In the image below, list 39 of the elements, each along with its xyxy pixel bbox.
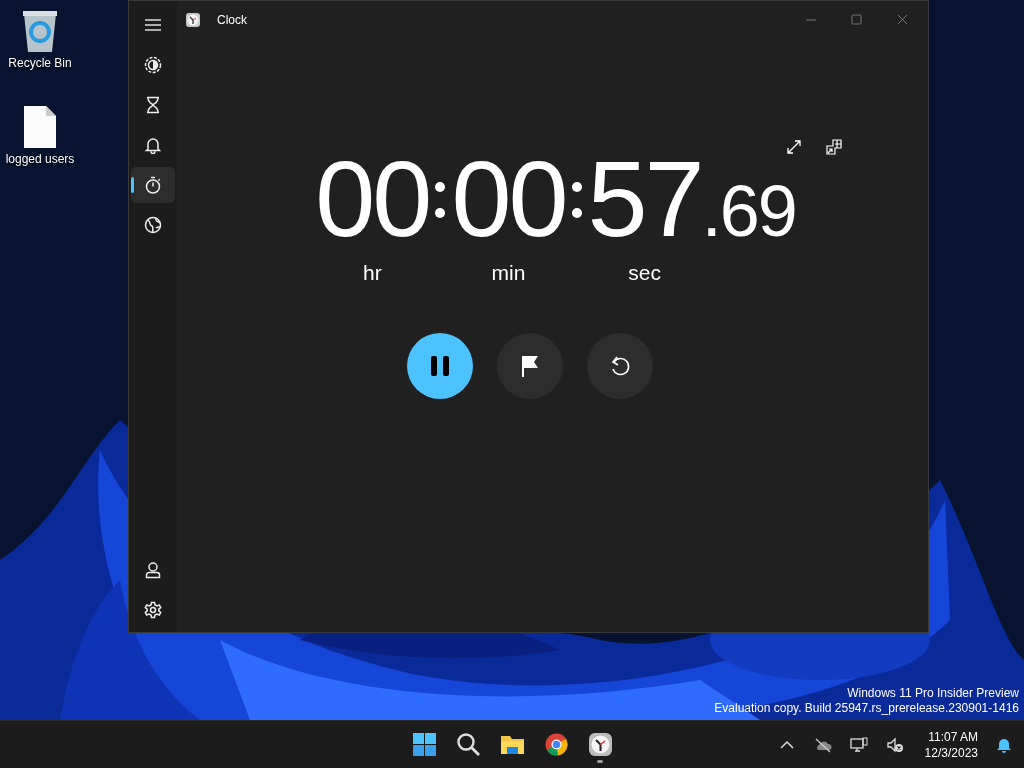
search-icon	[455, 732, 481, 757]
compact-overlay-icon	[825, 139, 842, 155]
menu-icon	[145, 19, 161, 31]
watermark-text: Windows 11 Pro Insider Preview	[846, 686, 1019, 701]
clock-app-icon	[587, 732, 613, 757]
start-icon	[411, 732, 437, 757]
colon-separator	[571, 179, 582, 219]
network-icon	[849, 735, 868, 754]
globe-icon	[144, 216, 162, 234]
pause-icon	[428, 354, 451, 377]
time-digits: 00	[451, 145, 566, 253]
bell-icon	[144, 136, 162, 154]
clock-app-icon	[185, 12, 201, 28]
clock-button[interactable]: 11:07 AM 12/3/2023	[918, 727, 984, 762]
watermark-text: Evaluation copy. Build 25947.rs_prerelease.230901-1416	[714, 701, 1019, 716]
close-icon	[896, 14, 910, 26]
window-title: Clock	[217, 12, 247, 29]
time-digits: 00	[315, 145, 430, 253]
maximize-icon	[850, 14, 864, 26]
fraction-digits: .69	[701, 175, 796, 247]
desktop-icon-label[interactable]: logged users	[0, 150, 80, 168]
stopwatch-icon	[144, 176, 162, 194]
time-unit-label: sec	[628, 260, 661, 286]
hourglass-icon	[144, 96, 162, 114]
volume-muted-icon	[885, 735, 904, 754]
focus-icon	[144, 56, 162, 74]
colon-separator	[435, 179, 446, 219]
time-unit-label: min	[491, 260, 526, 286]
recycle-bin-icon[interactable]	[20, 8, 60, 54]
selection-indicator	[131, 177, 134, 193]
chrome-icon	[543, 732, 569, 757]
settings-icon	[144, 601, 162, 619]
desktop-icon-label[interactable]: Recycle Bin	[0, 54, 80, 72]
person-icon	[144, 561, 162, 579]
time-digits: 57	[587, 145, 702, 253]
expand-icon	[785, 139, 802, 155]
time-unit-label: hr	[362, 260, 382, 286]
file-icon[interactable]	[22, 104, 58, 150]
stopwatch-nav-button[interactable]	[131, 167, 175, 203]
